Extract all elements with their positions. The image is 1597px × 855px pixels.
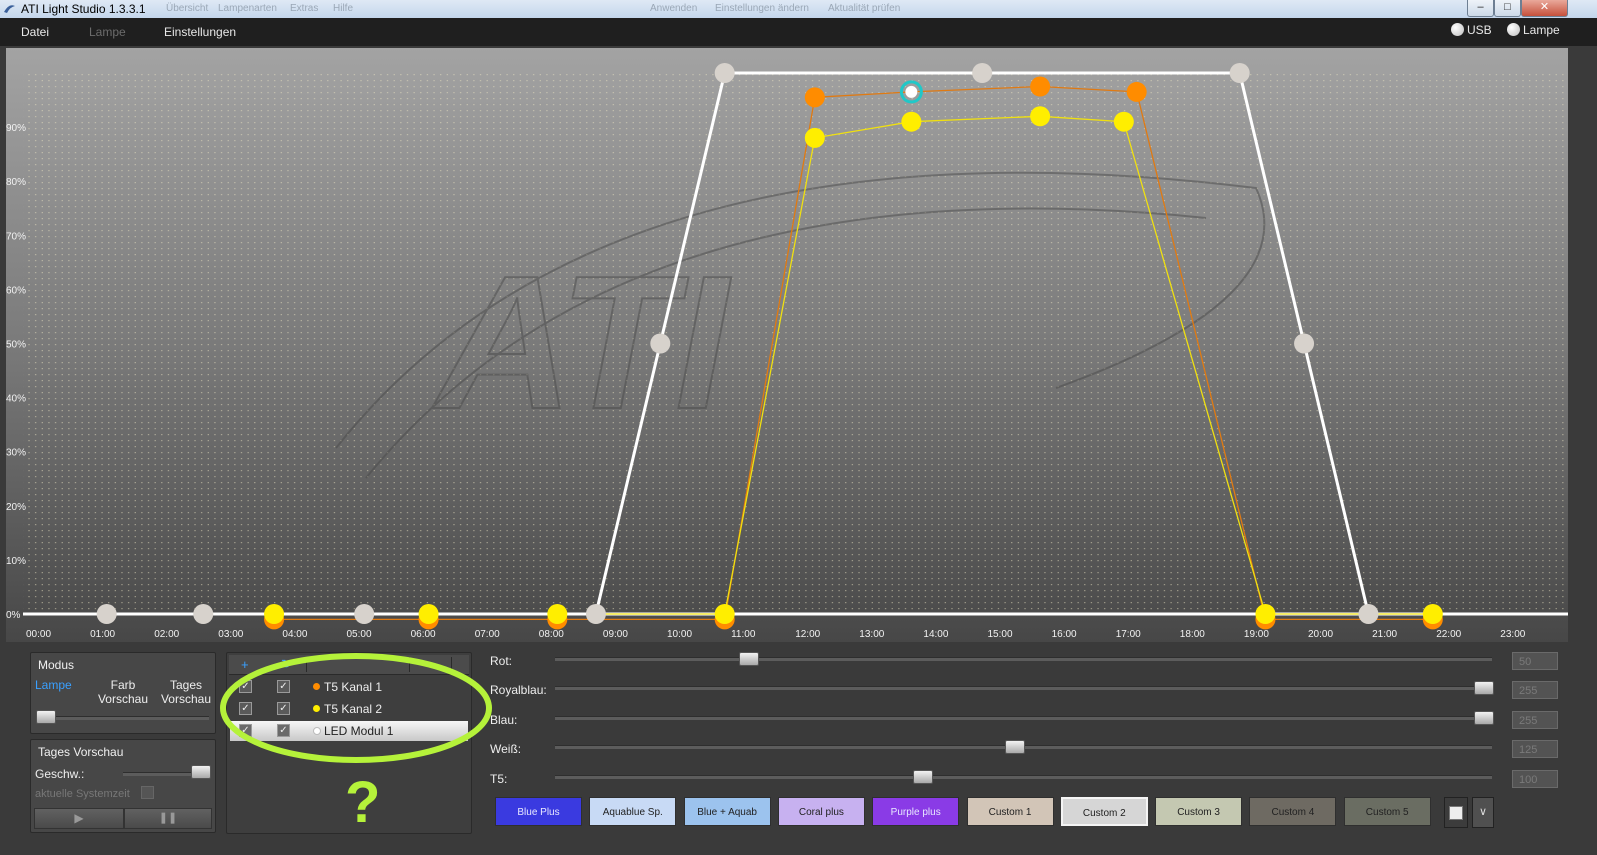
annotation-overlay: ?	[220, 653, 492, 835]
preset-color-swatch[interactable]	[1444, 797, 1468, 828]
preset-button[interactable]: Custom 3	[1155, 797, 1243, 826]
preset-button[interactable]: Custom 1	[966, 797, 1054, 826]
color-slider-label: T5:	[490, 772, 508, 786]
color-slider-thumb[interactable]	[913, 770, 934, 784]
preset-button[interactable]: Custom 2	[1060, 797, 1148, 826]
color-slider-label: Blau:	[490, 713, 518, 727]
preset-button[interactable]: Custom 4	[1249, 797, 1337, 826]
color-slider-track[interactable]	[555, 686, 1492, 690]
color-value-input[interactable]: 50	[1512, 652, 1558, 670]
color-value-input[interactable]: 125	[1512, 740, 1558, 758]
preset-button[interactable]: Coral plus	[777, 797, 865, 826]
preset-dropdown-button[interactable]: ∨	[1472, 797, 1494, 828]
preset-button[interactable]: Custom 5	[1343, 797, 1431, 826]
preset-button[interactable]: Blue Plus	[495, 797, 582, 826]
color-slider-thumb[interactable]	[1005, 740, 1026, 754]
color-slider-label: Weiß:	[490, 742, 522, 756]
preset-button[interactable]: Aquablue Sp.	[589, 797, 677, 826]
color-slider-track[interactable]	[555, 657, 1492, 661]
color-value-input[interactable]: 255	[1512, 711, 1558, 729]
color-value-input[interactable]: 255	[1512, 681, 1558, 699]
color-slider-thumb[interactable]	[1474, 681, 1494, 695]
preset-button[interactable]: Purple plus	[872, 797, 960, 826]
preset-button[interactable]: Blue + Aquab	[683, 797, 771, 826]
chevron-down-icon: ∨	[1478, 806, 1488, 818]
color-slider-thumb[interactable]	[1474, 711, 1494, 725]
color-slider-thumb[interactable]	[738, 652, 759, 666]
annotation-circle	[220, 653, 492, 763]
color-slider-label: Royalblau:	[490, 683, 547, 697]
color-value-input[interactable]: 100	[1512, 770, 1558, 788]
swatch-square-icon	[1449, 806, 1463, 820]
annotation-question-mark: ?	[345, 770, 380, 835]
color-slider-label: Rot:	[490, 654, 513, 668]
color-slider-track[interactable]	[555, 775, 1492, 779]
color-slider-track[interactable]	[555, 716, 1492, 720]
